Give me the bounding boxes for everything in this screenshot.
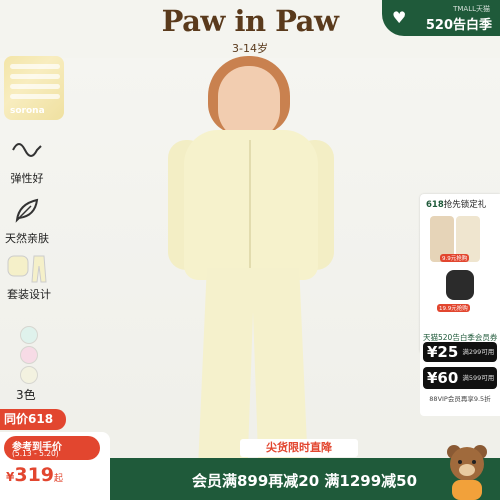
coupon-value: ¥25 xyxy=(427,343,459,361)
tmall-label: 520告白季 xyxy=(425,18,492,33)
coupon-value: ¥60 xyxy=(427,369,459,387)
color-count: 3色 xyxy=(16,388,36,402)
color-swatch-cream[interactable] xyxy=(20,366,38,384)
tmall-small-label: TMALL天猫 xyxy=(453,5,490,13)
gift-panel-618: 618 xyxy=(426,200,444,210)
elastic-icon xyxy=(10,136,44,170)
gift-item-tag: 19.9元抢购 xyxy=(437,304,470,312)
outfit-icon xyxy=(6,252,50,286)
feature-elastic: 弹性好 xyxy=(10,136,52,186)
sorona-fabric-tile: sorona xyxy=(4,56,64,120)
coupon-60[interactable]: ¥60 满599可用 xyxy=(423,367,497,389)
jacket-zipper xyxy=(249,140,251,275)
gift-item-backpack[interactable] xyxy=(446,270,474,300)
feature-outfit: 套装设计 xyxy=(6,252,54,302)
vip-discount: 88VIP会员再享9.5折 xyxy=(429,395,491,403)
feature-label: 天然亲肤 xyxy=(5,232,49,245)
promo-text: 会员满899再减20 满1299减50 xyxy=(192,472,418,490)
tmall-520-badge[interactable]: ♥ TMALL天猫 520告白季 xyxy=(382,0,500,36)
coupon-cond: 满599可用 xyxy=(462,373,495,382)
gift-item-tag: 9.9元抢购 xyxy=(440,254,470,262)
child-face xyxy=(218,66,280,140)
gift-panel-title: 618抢先锁定礼 xyxy=(426,198,486,210)
feature-label: 套装设计 xyxy=(7,288,51,301)
gift-panel-title-text: 抢先锁定礼 xyxy=(443,200,487,210)
coupon-cond: 满299可用 xyxy=(462,347,495,356)
hot-deal-banner: 尖货限时直降 xyxy=(240,439,358,457)
feature-label: 弹性好 xyxy=(10,172,44,185)
price: ¥319起 xyxy=(6,464,63,486)
bear-mascot-icon xyxy=(447,445,487,500)
price-suffix: 起 xyxy=(54,474,64,484)
coupon-25[interactable]: ¥25 满299可用 xyxy=(423,342,497,362)
jacket xyxy=(184,130,318,280)
same-price-618-badge: 同价618 xyxy=(0,409,66,430)
price-amount: 319 xyxy=(14,464,55,486)
feature-natural: 天然亲肤 xyxy=(5,196,52,246)
feather-icon xyxy=(10,196,44,230)
heart-icon: ♥ xyxy=(392,8,407,27)
sorona-label: sorona xyxy=(10,106,45,116)
brand-logo: Paw in Paw xyxy=(161,4,339,38)
color-swatch-mint[interactable] xyxy=(20,326,38,344)
reference-price-dates: (5.13 - 5.20) xyxy=(12,449,59,458)
color-swatch-pink[interactable] xyxy=(20,346,38,364)
reference-price-pill: 参考到手价 (5.13 - 5.20) xyxy=(4,436,100,460)
age-range: 3-14岁 xyxy=(232,42,268,55)
